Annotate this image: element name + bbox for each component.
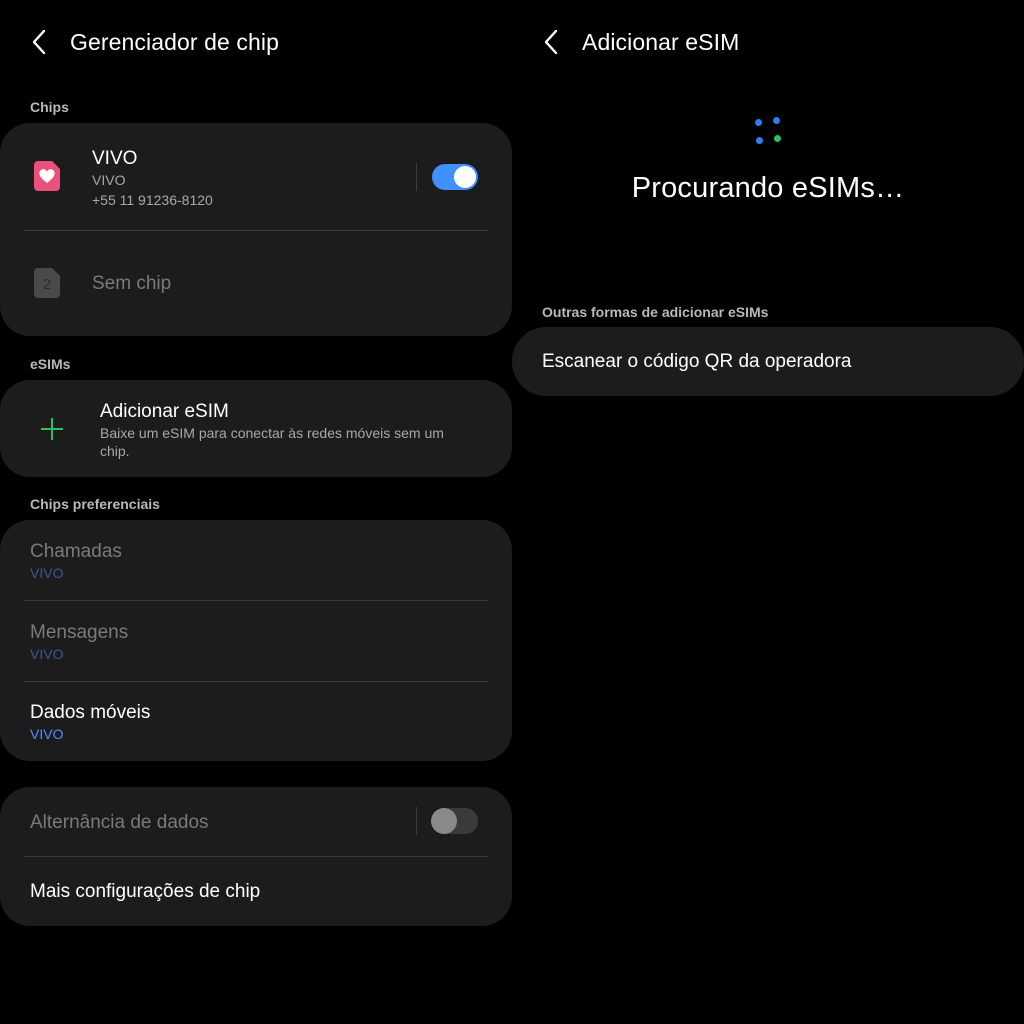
loading-dots-icon (748, 112, 788, 152)
app-bar: Adicionar eSIM (512, 20, 1024, 64)
data-switching-label: Alternância de dados (30, 812, 209, 833)
page-title: Gerenciador de chip (70, 29, 280, 55)
sim2-slot-number: 2 (43, 276, 51, 293)
section-label-esims: eSIMs (30, 356, 71, 372)
sim1-number: +55 11 91236-8120 (92, 192, 213, 208)
sim1-toggle[interactable] (432, 164, 478, 190)
add-esim-description-line2: chip. (100, 443, 130, 459)
data-switching-toggle[interactable] (431, 808, 478, 834)
messages-value: VIVO (30, 646, 64, 662)
more-settings-row[interactable]: Mais configurações de chip (0, 857, 512, 926)
messages-title: Mensagens (30, 622, 129, 643)
section-label-other-ways: Outras formas de adicionar eSIMs (542, 304, 769, 320)
add-esim-title: Adicionar eSIM (100, 401, 229, 422)
sim-card-slot-icon: 2 (34, 268, 60, 298)
preferred-chips-card: Chamadas VIVO Mensagens VIVO Dados móvei… (0, 520, 512, 761)
chip-manager-panel: Gerenciador de chip Chips VIVO VIVO +55 … (0, 0, 512, 1024)
chips-card: VIVO VIVO +55 11 91236-8120 2 Sem chip (0, 123, 512, 336)
scan-qr-label: Escanear o código QR da operadora (542, 351, 852, 372)
toggle-separator (416, 807, 417, 835)
section-label-preferred: Chips preferenciais (30, 496, 160, 512)
sim1-carrier: VIVO (92, 172, 126, 188)
back-arrow-icon[interactable] (28, 28, 50, 56)
toggle-separator (416, 163, 417, 191)
sim2-label: Sem chip (92, 273, 172, 294)
calls-value: VIVO (30, 565, 64, 581)
plus-icon (41, 418, 63, 440)
sim-card-heart-icon (34, 161, 60, 191)
calls-row: Chamadas VIVO (0, 520, 512, 600)
mobile-data-title: Dados móveis (30, 702, 151, 723)
data-switching-row: Alternância de dados (0, 787, 410, 855)
mobile-data-value: VIVO (30, 726, 64, 742)
searching-title: Procurando eSIMs… (631, 172, 905, 204)
section-label-chips: Chips (30, 99, 69, 115)
add-esim-card[interactable]: Adicionar eSIM Baixe um eSIM para conect… (0, 380, 512, 477)
add-esim-panel: Adicionar eSIM Procurando eSIMs… Outras … (512, 0, 1024, 1024)
add-esim-description-line1: Baixe um eSIM para conectar às redes móv… (100, 425, 444, 441)
sim1-name: VIVO (92, 148, 138, 169)
messages-row: Mensagens VIVO (0, 601, 512, 681)
more-settings-label: Mais configurações de chip (30, 881, 261, 902)
calls-title: Chamadas (30, 541, 122, 562)
app-bar: Gerenciador de chip (0, 20, 512, 64)
sim2-row: 2 Sem chip (0, 231, 512, 336)
data-settings-card: Alternância de dados Mais configurações … (0, 787, 512, 926)
back-arrow-icon[interactable] (540, 28, 562, 56)
page-title: Adicionar eSIM (582, 29, 740, 55)
scan-qr-button[interactable]: Escanear o código QR da operadora (512, 327, 1024, 396)
mobile-data-row[interactable]: Dados móveis VIVO (0, 682, 512, 761)
sim1-row[interactable]: VIVO VIVO +55 11 91236-8120 (0, 123, 410, 228)
